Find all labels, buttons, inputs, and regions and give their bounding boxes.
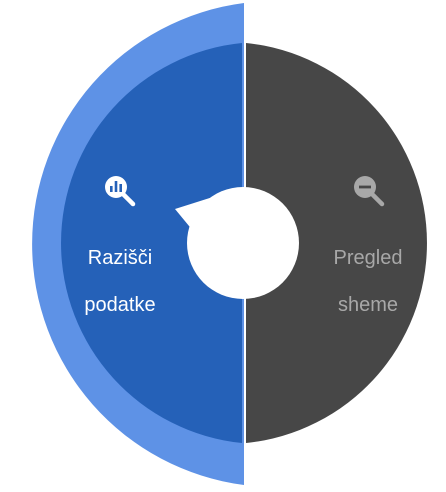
pie-menu-canvas: Razišči podatke Pregled sheme — [32, 3, 427, 485]
pie-menu: Razišči podatke Pregled sheme — [0, 0, 446, 487]
schema-overview-label-line2: sheme — [338, 294, 398, 316]
schema-overview-label-line1: Pregled — [334, 247, 403, 269]
explore-data-label-line1: Razišči — [88, 247, 152, 269]
explore-data-label-line2: podatke — [84, 294, 155, 316]
